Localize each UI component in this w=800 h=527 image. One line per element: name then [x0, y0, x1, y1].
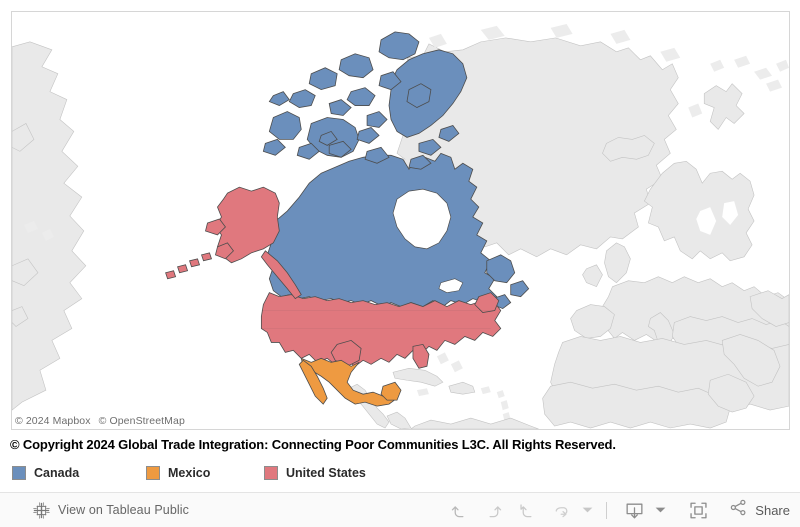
- legend-label-mexico: Mexico: [168, 466, 211, 480]
- viz-toolbar: View on Tableau Public Share: [0, 492, 800, 527]
- legend-label-united-states: United States: [286, 466, 366, 480]
- toolbar-divider: [606, 501, 608, 519]
- share-label: Share: [755, 502, 790, 518]
- undo-button[interactable]: [442, 493, 476, 527]
- map-attribution[interactable]: © 2024 Mapbox © OpenStreetMap: [14, 414, 193, 428]
- legend-item-canada[interactable]: Canada: [12, 466, 146, 480]
- download-button[interactable]: [617, 493, 651, 527]
- refresh-dropdown-button[interactable]: [578, 493, 596, 527]
- refresh-button[interactable]: [544, 493, 578, 527]
- share-icon: [729, 498, 748, 522]
- map-frame[interactable]: .bg { fill:#e9e9e9; stroke:#c3c3c3; stro…: [11, 11, 790, 430]
- copyright-caption: © Copyright 2024 Global Trade Integratio…: [10, 437, 616, 452]
- refresh-icon: [552, 501, 571, 520]
- fullscreen-icon: [688, 500, 709, 521]
- openstreetmap-attribution[interactable]: © OpenStreetMap: [99, 415, 185, 427]
- toolbar-actions: Share: [442, 493, 790, 527]
- legend-swatch-united-states: [264, 466, 278, 480]
- chevron-down-icon: [655, 501, 666, 519]
- share-button[interactable]: Share: [729, 498, 790, 522]
- view-on-tableau-public-label: View on Tableau Public: [58, 503, 189, 517]
- map-canvas[interactable]: .bg { fill:#e9e9e9; stroke:#c3c3c3; stro…: [12, 12, 789, 429]
- download-dropdown-button[interactable]: [651, 493, 669, 527]
- revert-button[interactable]: [510, 493, 544, 527]
- revert-icon: [518, 501, 537, 520]
- redo-icon: [484, 501, 503, 520]
- legend-swatch-canada: [12, 466, 26, 480]
- mapbox-attribution[interactable]: © 2024 Mapbox: [15, 415, 91, 427]
- legend-item-united-states[interactable]: United States: [264, 466, 366, 480]
- undo-icon: [450, 501, 469, 520]
- legend-item-mexico[interactable]: Mexico: [146, 466, 264, 480]
- redo-button[interactable]: [476, 493, 510, 527]
- tableau-logo-icon: [33, 501, 50, 519]
- view-on-tableau-public-button[interactable]: View on Tableau Public: [33, 501, 189, 519]
- legend-swatch-mexico: [146, 466, 160, 480]
- fullscreen-button[interactable]: [681, 493, 715, 527]
- chevron-down-icon: [582, 501, 593, 519]
- legend: Canada Mexico United States: [12, 462, 366, 484]
- tableau-viz-container: .bg { fill:#e9e9e9; stroke:#c3c3c3; stro…: [0, 0, 800, 527]
- legend-label-canada: Canada: [34, 466, 80, 480]
- download-icon: [624, 500, 645, 521]
